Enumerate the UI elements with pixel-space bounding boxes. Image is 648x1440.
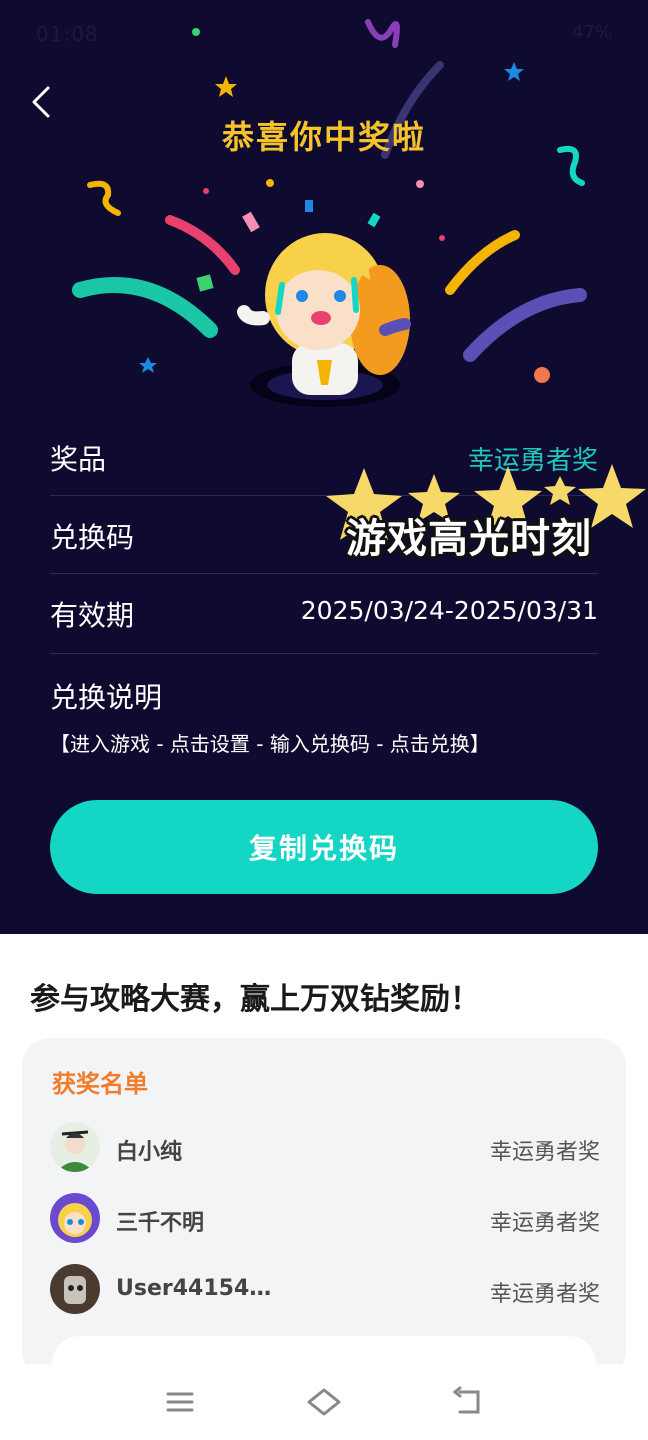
battery-level: 47% bbox=[571, 22, 612, 43]
instructions-label: 兑换说明 bbox=[50, 681, 163, 714]
validity-value: 2025/03/24-2025/03/31 bbox=[300, 596, 598, 625]
winner-prize: 幸运勇者奖 bbox=[489, 1211, 600, 1236]
highlight-watermark: 游戏高光时刻 bbox=[346, 516, 592, 562]
avatar bbox=[50, 1264, 100, 1314]
validity-label: 有效期 bbox=[50, 599, 135, 632]
menu-icon bbox=[166, 1392, 194, 1412]
status-bar: 01:08 47% bbox=[0, 0, 648, 70]
instructions-text: 【进入游戏 - 点击设置 - 输入兑换码 - 点击兑换】 bbox=[50, 732, 490, 756]
winner-row[interactable]: 三千不明 幸运勇者奖 bbox=[50, 1193, 600, 1247]
winners-card: 获奖名单 白小纯 幸运勇者奖 三千不明 幸运勇者奖 User44154… 幸运勇… bbox=[22, 1038, 626, 1396]
back-icon bbox=[452, 1386, 480, 1414]
winners-title: 获奖名单 bbox=[52, 1070, 148, 1098]
copy-code-button[interactable]: 复制兑换码 bbox=[50, 800, 598, 894]
system-nav-bar bbox=[0, 1364, 648, 1440]
winner-row[interactable]: User44154… 幸运勇者奖 bbox=[50, 1264, 600, 1318]
winner-name: 三千不明 bbox=[116, 1211, 205, 1236]
winner-name: 白小纯 bbox=[116, 1140, 183, 1165]
winner-row[interactable]: 白小纯 幸运勇者奖 bbox=[50, 1122, 600, 1176]
promo-title: 参与攻略大赛，赢上万双钻奖励！ bbox=[30, 982, 480, 1017]
validity-row: 有效期 2025/03/24-2025/03/31 bbox=[50, 574, 598, 654]
winner-name: User44154… bbox=[116, 1276, 272, 1301]
avatar bbox=[50, 1193, 100, 1243]
home-button[interactable] bbox=[304, 1382, 344, 1422]
prize-hero: 01:08 47% 恭喜你中奖啦 奖品 幸运勇者奖 兑换码 有效期 2025/0… bbox=[0, 0, 648, 934]
return-button[interactable] bbox=[448, 1382, 488, 1422]
winner-prize: 幸运勇者奖 bbox=[489, 1140, 600, 1165]
code-label: 兑换码 bbox=[50, 521, 135, 554]
avatar bbox=[50, 1122, 100, 1172]
status-time: 01:08 bbox=[36, 22, 99, 46]
home-icon bbox=[307, 1388, 341, 1416]
winner-prize: 幸运勇者奖 bbox=[489, 1282, 600, 1307]
prize-label: 奖品 bbox=[50, 443, 107, 476]
page-title: 恭喜你中奖啦 bbox=[221, 118, 426, 156]
menu-button[interactable] bbox=[160, 1382, 200, 1422]
